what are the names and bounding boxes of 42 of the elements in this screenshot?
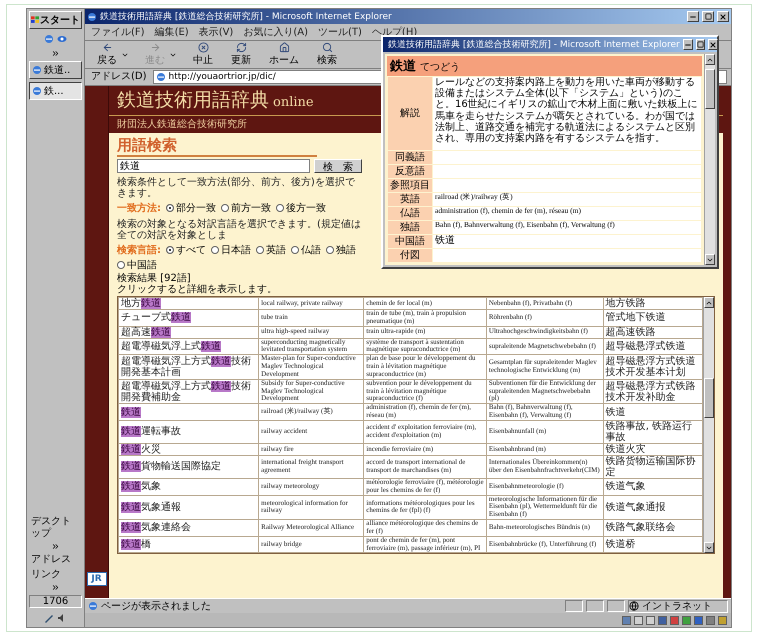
chinese-cell: 超导磁悬浮方式铁道技术开发基本计划 <box>603 354 702 380</box>
chinese-cell: 铁路气象联络会 <box>603 520 702 536</box>
chinese-cell: 管式地下铁道 <box>603 310 702 326</box>
instruction-text: 検索の対象となる対訳言語を選択できます。(規定値は全ての対訳を対象としま <box>117 219 362 241</box>
option-label: 一致方法: <box>117 201 161 215</box>
field-label: 参照項目 <box>388 179 432 192</box>
term-title: 鉄道 <box>390 58 416 75</box>
site-title: 鉄道技術用語辞典 online <box>117 88 314 113</box>
field-label: 付図 <box>388 249 432 262</box>
chinese-cell: 铁道气象 <box>603 478 702 496</box>
field-label: 独語 <box>388 221 432 234</box>
field-value: レールなどの支持案内路上を動力を用いた車両が移動する設備またはシステム全体(以下「システム」という)のこと。16世紀にイギリスの鉱山で木材上面に敷いた鉄板上に馬車を走らせたシステムが嚆矢とされている。わが国では法制上、道路交通を補完する軌道法によるシステムと区別され、専用の支持案内路を有するシステムを指す。 <box>433 77 701 150</box>
organization-name: 財団法人鉄道総合技術研究所 <box>116 118 247 132</box>
field-label: 解説 <box>388 77 432 150</box>
chinese-cell: 超导磁悬浮方式铁路技术开发补助金 <box>603 379 702 404</box>
clock: 1706 <box>29 595 82 608</box>
field-label: 英語 <box>388 193 432 206</box>
result-count: 検索結果 [92語] <box>117 274 191 284</box>
chinese-cell: 铁道 <box>603 404 702 420</box>
chinese-cell: 铁路事故, 铁路运行事故 <box>603 420 702 444</box>
chinese-cell: 超导磁悬浮式铁道 <box>603 338 702 355</box>
instruction-text: 検索条件として一致方法(部分、前方、後方)を選択できます。 <box>117 177 356 199</box>
result-hint: クリックすると詳細を表示します。 <box>117 284 278 295</box>
chinese-cell: 铁道桥 <box>603 536 702 553</box>
field-label: 仏語 <box>388 207 432 220</box>
address-label: アドレス(D) <box>90 71 148 83</box>
status-text: ページが表示されました <box>101 600 212 613</box>
field-value: 铁道 <box>433 235 701 248</box>
window-title: 鉄道技術用語辞典 [鉄道総合技術研究所] - Microsoft Internet Explorer <box>388 38 680 51</box>
chinese-cell: 铁道气象通报 <box>603 495 702 520</box>
chinese-cell: 超高速铁路 <box>603 326 702 338</box>
chinese-cell: 地方铁路 <box>603 298 702 310</box>
zone-indicator: イントラネット <box>628 600 728 612</box>
term-reading: てつどう <box>420 61 460 74</box>
chinese-cell: 铁路货物运输国际协定 <box>603 455 702 478</box>
window-title: 鉄道技術用語辞典 [鉄道総合技術研究所] - Microsoft Internet Explorer <box>100 10 393 23</box>
field-label: 同義語 <box>388 151 432 164</box>
field-label: 中国語 <box>388 235 432 248</box>
section-heading: 用語検索 <box>117 136 317 157</box>
field-label: 反意語 <box>388 165 432 178</box>
option-label: 検索言語: <box>117 243 161 257</box>
chinese-cell: 铁道火灾 <box>603 443 702 456</box>
